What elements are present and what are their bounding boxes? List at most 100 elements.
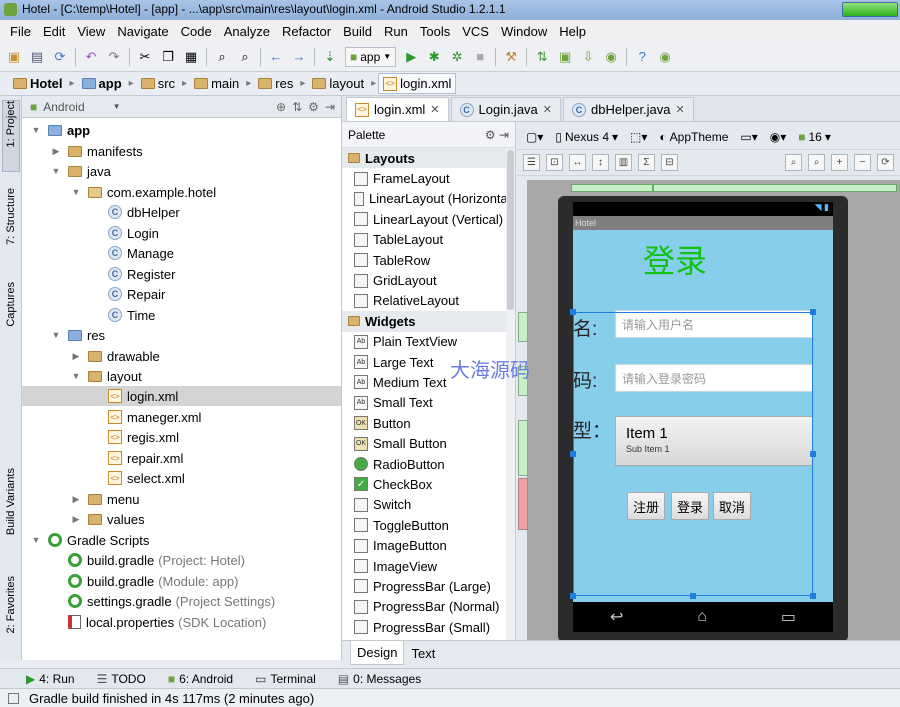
fill-width-icon[interactable]: ↔ (569, 154, 586, 171)
breadcrumb-item[interactable]: app (77, 73, 127, 94)
close-icon[interactable]: ✕ (676, 103, 685, 116)
tree-item[interactable]: ▶ menu (22, 489, 341, 509)
palette-item[interactable]: ✓ CheckBox (342, 474, 515, 494)
tab-captures[interactable]: Captures (2, 282, 20, 346)
palette-item[interactable]: Ab Small Text (342, 393, 515, 413)
login-heading[interactable]: 登录 (643, 236, 707, 282)
collapsed-arrow-icon[interactable]: ▶ (70, 514, 82, 525)
palette-item[interactable]: Switch (342, 495, 515, 515)
expanded-arrow-icon[interactable]: ▼ (70, 187, 82, 197)
breadcrumb-item[interactable]: layout (307, 73, 369, 94)
tree-item[interactable]: C Repair (22, 284, 341, 304)
activity-select[interactable]: ▭▾ (737, 129, 760, 145)
palette-item[interactable]: ProgressBar (Normal) (342, 597, 515, 617)
menu-view[interactable]: View (71, 24, 111, 39)
palette-item[interactable]: OK Small Button (342, 433, 515, 453)
tab-project[interactable]: 1: Project (2, 100, 20, 172)
configuration-select[interactable]: ▢▾ (523, 129, 546, 145)
tree-item[interactable]: C Time (22, 305, 341, 325)
tree-item[interactable]: <> repair.xml (22, 448, 341, 468)
zoom-reset-icon[interactable]: ⌕ (808, 154, 825, 171)
tab-structure[interactable]: 7: Structure (2, 188, 20, 268)
run-config-select[interactable]: ■ app ▼ (345, 46, 397, 67)
palette-item[interactable]: LinearLayout (Vertical) (342, 209, 515, 229)
orientation-select[interactable]: ⬚▾ (627, 129, 650, 145)
back-icon[interactable]: ← (268, 49, 284, 65)
debug-icon[interactable]: ✱ (426, 49, 442, 65)
palette-item[interactable]: RadioButton (342, 454, 515, 474)
menu-file[interactable]: File (4, 24, 37, 39)
tree-item[interactable]: local.properties (SDK Location) (22, 612, 341, 632)
paste-icon[interactable]: ▦ (183, 49, 199, 65)
tool-window-button[interactable]: ■ 6: Android (168, 672, 233, 686)
hide-panel-icon[interactable]: ⇥ (325, 100, 335, 114)
tree-item[interactable]: build.gradle (Project: Hotel) (22, 550, 341, 570)
breadcrumb-item[interactable]: Hotel (8, 73, 68, 94)
palette-item[interactable]: TableLayout (342, 230, 515, 250)
close-icon[interactable]: ✕ (543, 103, 552, 116)
weights-icon[interactable]: Σ (638, 154, 655, 171)
save-all-icon[interactable]: ▤ (29, 49, 45, 65)
sdk-manager-icon[interactable]: ⇩ (580, 49, 596, 65)
android-monitor-icon[interactable]: ◉ (603, 49, 619, 65)
locate-icon[interactable]: ⊕ (276, 100, 286, 114)
expanded-arrow-icon[interactable]: ▼ (30, 125, 42, 135)
copy-icon[interactable]: ❐ (160, 49, 176, 65)
palette-item[interactable]: TableRow (342, 250, 515, 270)
tab-design[interactable]: Design (350, 641, 405, 665)
project-view-mode[interactable]: Android (43, 100, 84, 114)
gear-icon[interactable]: ⚙ (308, 100, 319, 114)
tree-item[interactable]: ▼ app (22, 120, 341, 140)
tab-build-variants[interactable]: Build Variants (2, 468, 20, 552)
zoom-in-icon[interactable]: + (831, 154, 848, 171)
menu-code[interactable]: Code (175, 24, 218, 39)
stop-icon[interactable]: ■ (472, 49, 488, 65)
tree-item[interactable]: settings.gradle (Project Settings) (22, 591, 341, 611)
tool-window-button[interactable]: ▤ 0: Messages (338, 672, 421, 686)
breadcrumb-item[interactable]: <> login.xml (378, 73, 457, 94)
collapsed-arrow-icon[interactable]: ▶ (70, 351, 82, 362)
tool-window-button[interactable]: ▭ Terminal (255, 672, 316, 686)
avd-manager-icon[interactable]: ▣ (557, 49, 573, 65)
tree-item[interactable]: <> maneger.xml (22, 407, 341, 427)
tab-text[interactable]: Text (404, 641, 442, 665)
palette-item[interactable]: RelativeLayout (342, 291, 515, 311)
theme-select[interactable]: ◐ AppTheme (656, 129, 731, 145)
status-toggle-icon[interactable] (8, 692, 19, 704)
tree-item[interactable]: C Login (22, 223, 341, 243)
expanded-arrow-icon[interactable]: ▼ (30, 535, 42, 545)
menu-build[interactable]: Build (337, 24, 378, 39)
chevron-down-icon[interactable]: ▼ (113, 102, 121, 111)
tree-item[interactable]: ▼ layout (22, 366, 341, 386)
editor-tab[interactable]: CdbHelper.java ✕ (563, 97, 694, 121)
tab-favorites[interactable]: 2: Favorites (2, 576, 20, 656)
api-level-select[interactable]: ■ 16 ▾ (795, 129, 834, 145)
expanded-arrow-icon[interactable]: ▼ (50, 166, 62, 176)
tree-item[interactable]: CdbHelper (22, 202, 341, 222)
gravity-icon[interactable]: ⊟ (661, 154, 678, 171)
forward-icon[interactable]: → (291, 49, 307, 65)
palette-item[interactable]: FrameLayout (342, 168, 515, 188)
zoom-fit-icon[interactable]: ⌕ (785, 154, 802, 171)
sync-gradle-icon[interactable]: ⇅ (534, 49, 550, 65)
replace-icon[interactable]: ⌕ (237, 49, 253, 65)
tree-item[interactable]: <> select.xml (22, 468, 341, 488)
menu-analyze[interactable]: Analyze (218, 24, 276, 39)
layout-mode-icon[interactable]: ☰ (523, 154, 540, 171)
palette-item[interactable]: ProgressBar (Large) (342, 576, 515, 596)
tree-item[interactable]: ▼ res (22, 325, 341, 345)
tree-item[interactable]: ▶ manifests (22, 141, 341, 161)
locale-select[interactable]: ◉▾ (767, 129, 790, 145)
device-select[interactable]: ▯ Nexus 4 ▾ (552, 129, 621, 145)
menu-navigate[interactable]: Navigate (111, 24, 174, 39)
menu-refactor[interactable]: Refactor (276, 24, 337, 39)
collapsed-arrow-icon[interactable]: ▶ (70, 494, 82, 505)
palette-item[interactable]: ToggleButton (342, 515, 515, 535)
refresh-icon[interactable]: ⟳ (877, 154, 894, 171)
expanded-arrow-icon[interactable]: ▼ (50, 330, 62, 340)
project-structure-icon[interactable]: ⚒ (503, 49, 519, 65)
tree-item[interactable]: <> login.xml (22, 386, 341, 406)
editor-tab[interactable]: <> login.xml ✕ (346, 97, 449, 121)
tree-item[interactable]: build.gradle (Module: app) (22, 571, 341, 591)
sync-icon[interactable]: ⟳ (52, 49, 68, 65)
